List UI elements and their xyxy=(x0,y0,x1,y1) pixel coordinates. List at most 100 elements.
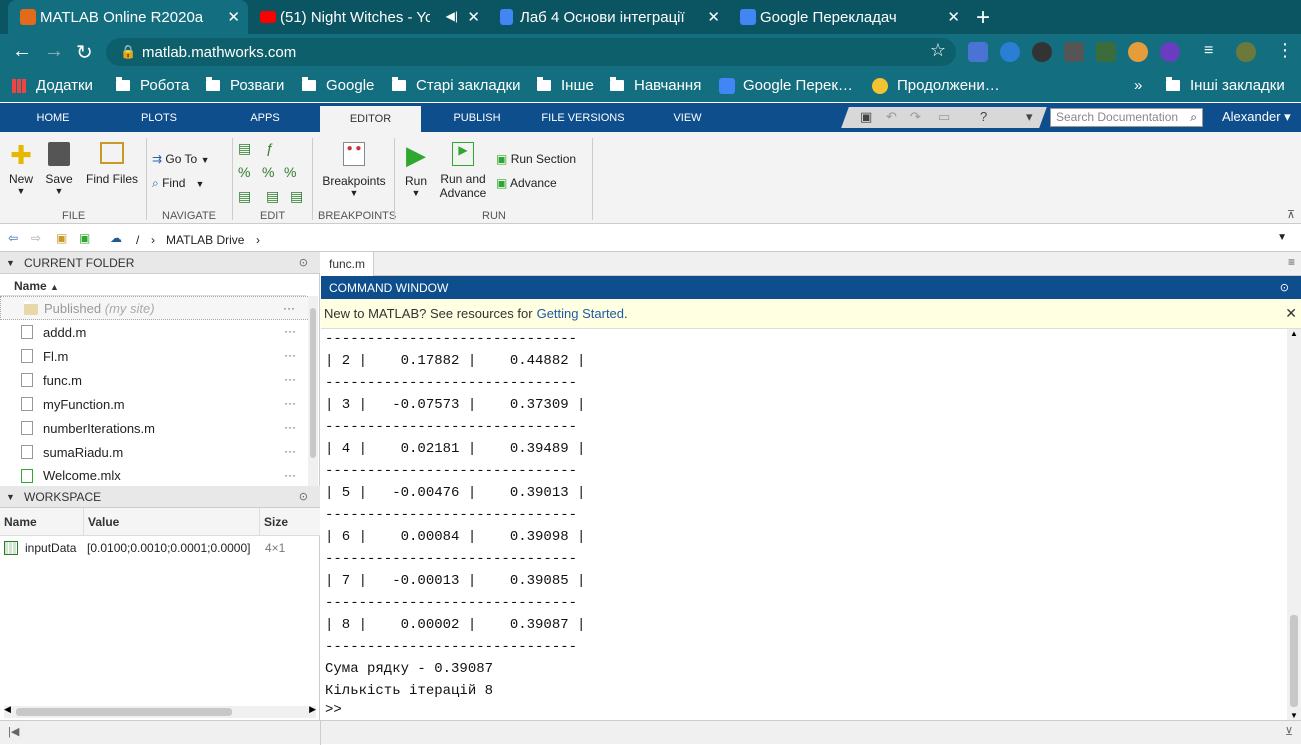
window-icon[interactable]: ▭ xyxy=(938,109,954,125)
bookmark-folder[interactable]: Розваги xyxy=(206,77,284,94)
command-window-output[interactable]: ------------------------------ | 2 | 0.1… xyxy=(321,329,1287,720)
browser-tab-translate[interactable]: Google Перекладач ✕ xyxy=(728,0,968,34)
indent-more-icon[interactable]: ▤ xyxy=(266,188,279,205)
other-bookmarks[interactable]: Інші закладки xyxy=(1166,77,1285,94)
comment-icon[interactable]: % xyxy=(238,164,250,180)
comment-toggle-icon[interactable]: % xyxy=(262,164,274,180)
tab-home[interactable]: HOME xyxy=(0,103,106,132)
command-window-scrollbar[interactable]: ▲ ▼ xyxy=(1287,329,1301,720)
browser-tab-matlab[interactable]: MATLAB Online R2020a ✕ xyxy=(8,0,248,34)
scrollbar[interactable] xyxy=(308,296,318,486)
collapse-bottom-icon[interactable]: ⊻ xyxy=(1285,725,1293,738)
tab-file-versions[interactable]: FILE VERSIONS xyxy=(533,103,633,132)
user-menu[interactable]: Alexander ▾ xyxy=(1222,109,1291,125)
close-icon[interactable]: ✕ xyxy=(947,8,960,26)
scroll-right-icon[interactable]: ▶ xyxy=(309,704,316,715)
run-button[interactable]: ▶ Run ▼ xyxy=(402,142,430,198)
close-icon[interactable]: ✕ xyxy=(1285,305,1297,322)
playlist-icon[interactable]: ≡ xyxy=(1204,42,1224,62)
up-folder-icon[interactable]: ▣ xyxy=(56,231,67,245)
bookmarks-overflow[interactable]: » xyxy=(1134,77,1142,94)
browser-tab-docs[interactable]: Лаб 4 Основи інтеграції ✕ xyxy=(488,0,728,34)
save-icon[interactable]: ▣ xyxy=(860,109,876,125)
cloud-icon[interactable]: ☁ xyxy=(110,231,122,245)
column-header-size[interactable]: Size xyxy=(260,508,320,536)
panel-menu-icon[interactable]: ⊙ xyxy=(299,490,308,503)
advance-button[interactable]: ▣ Advance xyxy=(496,176,557,190)
extension-icon[interactable] xyxy=(1160,42,1180,62)
list-item-published[interactable]: Published (my site) ··· xyxy=(0,296,310,320)
browser-tab-youtube[interactable]: (51) Night Witches - Yo ◀| ✕ xyxy=(248,0,488,34)
goto-button[interactable]: ⇉ Go To ▼ xyxy=(152,152,209,166)
menu-icon[interactable]: ⋮ xyxy=(1276,40,1294,61)
fx-icon[interactable]: ƒ xyxy=(266,140,274,156)
indent-icon[interactable]: ▤ xyxy=(238,188,251,205)
tab-view[interactable]: VIEW xyxy=(633,103,742,132)
list-item[interactable]: Fl.m ··· xyxy=(0,344,310,368)
find-button[interactable]: ⌕ Find ▼ xyxy=(152,176,204,191)
list-item[interactable]: sumaRiadu.m ··· xyxy=(0,440,310,464)
close-icon[interactable]: ✕ xyxy=(707,8,720,26)
tab-editor[interactable]: EDITOR xyxy=(320,103,421,132)
scroll-left-icon[interactable]: ◀ xyxy=(4,704,11,715)
back-icon[interactable]: ← xyxy=(12,40,32,63)
getting-started-link[interactable]: Getting Started xyxy=(537,306,624,321)
panel-menu-icon[interactable]: ⊙ xyxy=(1280,281,1289,294)
editor-tab-func[interactable]: func.m xyxy=(321,252,374,276)
scroll-down-icon[interactable]: ▼ xyxy=(1290,711,1298,720)
redo-icon[interactable]: ↷ xyxy=(910,109,926,125)
run-section-button[interactable]: ▣ Run Section xyxy=(496,152,576,166)
bookmark-folder[interactable]: Старі закладки xyxy=(392,77,520,94)
list-item[interactable]: Welcome.mlx ··· xyxy=(0,464,310,486)
bookmark-apps[interactable]: Додатки xyxy=(12,77,93,94)
column-header-name[interactable]: Name xyxy=(0,508,84,536)
bookmark-folder[interactable]: Google xyxy=(302,77,374,94)
translate-extension-icon[interactable] xyxy=(968,42,988,62)
new-button[interactable]: ✚ New ▼ xyxy=(6,142,36,196)
name-column-header[interactable]: Name ▲ xyxy=(0,274,306,296)
bookmark-star-icon[interactable]: ☆ xyxy=(930,40,946,61)
scrollbar-thumb[interactable] xyxy=(16,708,232,716)
breadcrumb-folder[interactable]: MATLAB Drive xyxy=(166,233,244,247)
list-item[interactable]: addd.m ··· xyxy=(0,320,310,344)
extension-icon[interactable] xyxy=(1000,42,1020,62)
path-dropdown-icon[interactable]: ▼ xyxy=(1277,232,1287,243)
collapse-icon[interactable]: ▼ xyxy=(6,492,15,502)
url-bar[interactable]: 🔒 matlab.mathworks.com ☆ xyxy=(106,38,956,66)
bookmark-continue[interactable]: Продолжени… xyxy=(872,77,1000,94)
extension-icon[interactable] xyxy=(1064,42,1084,62)
reload-icon[interactable]: ↻ xyxy=(76,40,93,65)
tab-publish[interactable]: PUBLISH xyxy=(421,103,533,132)
editor-menu-icon[interactable]: ≡ xyxy=(1288,255,1295,269)
new-tab-button[interactable]: + xyxy=(976,4,990,32)
list-item[interactable]: myFunction.m ··· xyxy=(0,392,310,416)
back-icon[interactable]: ⇦ xyxy=(8,231,18,245)
extension-icon[interactable] xyxy=(1128,42,1148,62)
bookmark-translate[interactable]: Google Перек… xyxy=(719,77,853,94)
command-prompt[interactable]: >> xyxy=(325,699,342,721)
forward-icon[interactable]: → xyxy=(44,40,64,63)
undo-icon[interactable]: ↶ xyxy=(886,109,902,125)
run-and-advance-button[interactable]: ▶ Run and Advance xyxy=(438,142,488,200)
column-header-value[interactable]: Value xyxy=(84,508,260,536)
indent-less-icon[interactable]: ▤ xyxy=(290,188,303,205)
collapse-icon[interactable]: ▼ xyxy=(6,258,15,268)
collapse-ribbon-icon[interactable]: ⊼ xyxy=(1287,208,1295,221)
table-row[interactable]: inputData [0.0100;0.0010;0.0001;0.0000] … xyxy=(0,536,320,560)
browse-folder-icon[interactable]: ▣ xyxy=(79,231,90,245)
insert-icon[interactable]: ▤ xyxy=(238,140,251,157)
scrollbar-thumb[interactable] xyxy=(310,308,316,458)
list-item[interactable]: numberIterations.m ··· xyxy=(0,416,310,440)
scroll-up-icon[interactable]: ▲ xyxy=(1290,329,1298,338)
tab-plots[interactable]: PLOTS xyxy=(106,103,212,132)
close-icon[interactable]: ✕ xyxy=(227,8,240,26)
panel-menu-icon[interactable]: ⊙ xyxy=(299,256,308,269)
extension-icon[interactable] xyxy=(1096,42,1116,62)
bookmark-folder[interactable]: Інше xyxy=(537,77,594,94)
bookmark-folder[interactable]: Навчання xyxy=(610,77,701,94)
search-documentation-input[interactable]: Search Documentation ⌕ xyxy=(1050,108,1203,127)
uncomment-icon[interactable]: % xyxy=(284,164,296,180)
scrollbar-thumb[interactable] xyxy=(1290,615,1298,707)
expand-icon[interactable]: ▾ xyxy=(1026,109,1042,125)
tab-apps[interactable]: APPS xyxy=(212,103,318,132)
